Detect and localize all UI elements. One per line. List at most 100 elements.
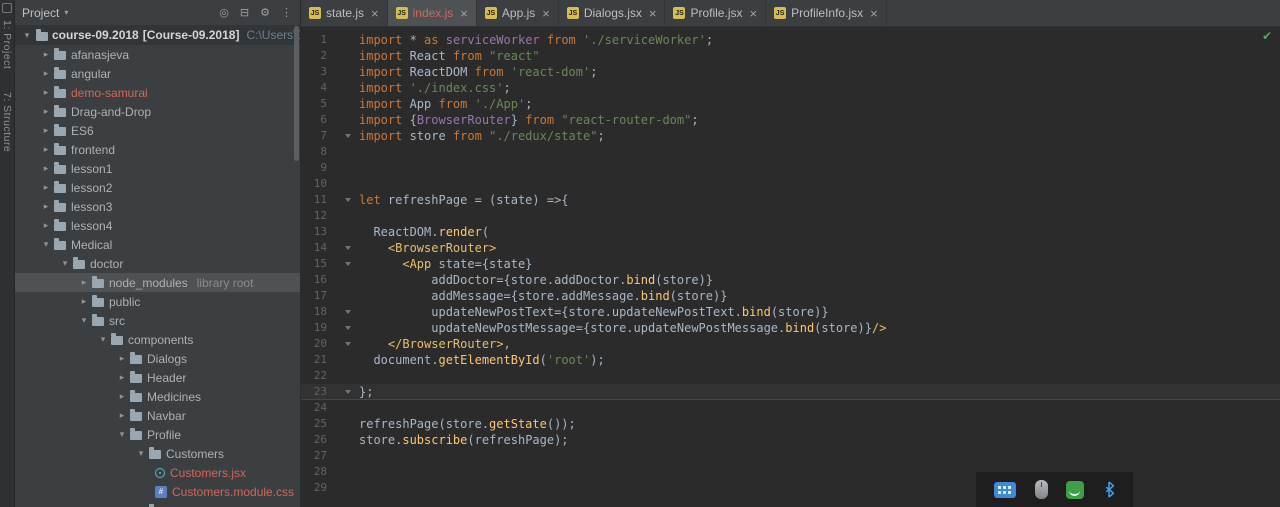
tree-item-demo-samurai[interactable]: ▸ demo-samurai [15,83,300,102]
tree-item-doctor[interactable]: ▾ doctor [15,254,300,273]
tab-ProfileInfo.jsx[interactable]: JS ProfileInfo.jsx × [766,0,887,26]
bluetooth-icon[interactable] [1103,481,1115,498]
tab-Profile.jsx[interactable]: JS Profile.jsx × [665,0,767,26]
tab-index.js[interactable]: JS index.js × [387,0,477,26]
code-token: 'react-dom' [510,65,591,79]
project-view-selector[interactable]: Project [22,6,59,20]
tab-state.js[interactable]: JS state.js × [301,0,388,26]
tree-item-lesson3[interactable]: ▸ lesson3 [15,197,300,216]
tool-button-project[interactable]: 1: Project [1,20,13,69]
settings-gear-icon[interactable]: ⚙ [260,6,270,19]
chevron-collapsed-icon[interactable]: ▸ [41,87,51,98]
tool-button-structure[interactable]: 7: Structure [1,92,13,152]
tree-item-angular[interactable]: ▸ angular [15,64,300,83]
chevron-collapsed-icon[interactable]: ▸ [41,201,51,212]
tree-item-Drag-and-Drop[interactable]: ▸ Drag-and-Drop [15,102,300,121]
chevron-collapsed-icon[interactable]: ▸ [79,277,89,288]
tree-item-Header[interactable]: ▸ Header [15,368,300,387]
tree-item-Medicines[interactable]: ▸ Medicines [15,387,300,406]
fold-gutter[interactable] [327,342,357,346]
chevron-expanded-icon[interactable]: ▾ [41,239,51,250]
tree-item-Customers.module.css[interactable]: # Customers.module.css [15,482,300,501]
chevron-expanded-icon[interactable]: ▾ [98,334,108,345]
keyboard-icon[interactable] [994,481,1017,498]
tree-item-label: Medical [71,237,113,252]
code-token: (refreshPage); [467,433,569,447]
inspections-ok-icon[interactable]: ✔ [1262,30,1272,42]
chevron-collapsed-icon[interactable]: ▸ [41,106,51,117]
tab-App.js[interactable]: JS App.js × [477,0,559,26]
tab-Dialogs.jsx[interactable]: JS Dialogs.jsx × [559,0,666,26]
fold-gutter[interactable] [327,389,357,394]
tree-item-Profile[interactable]: ▾ Profile [15,425,300,444]
more-options-icon[interactable]: ⋮ [281,6,292,19]
fold-gutter[interactable] [327,246,357,250]
chevron-collapsed-icon[interactable]: ▸ [117,353,127,364]
fold-gutter[interactable] [327,326,357,330]
chevron-expanded-icon[interactable]: ▾ [22,30,32,41]
library-root-badge: library root [196,275,254,290]
code-token: store. [359,433,403,447]
tree-item-node_modules[interactable]: ▸ node_modules library root [15,273,300,292]
chevron-collapsed-icon[interactable]: ▸ [41,125,51,136]
tree-item-Customers[interactable]: ▾ Customers [15,444,300,463]
tree-item-Customers.jsx[interactable]: Customers.jsx [15,463,300,482]
project-root-item[interactable]: ▾ course-09.2018 [Course-09.2018] C:\Use… [15,25,300,45]
chevron-expanded-icon[interactable]: ▾ [117,429,127,440]
close-tab-icon[interactable]: × [371,7,379,20]
tree-item-Medical[interactable]: ▾ Medical [15,235,300,254]
tree-item-lesson1[interactable]: ▸ lesson1 [15,159,300,178]
code-token: getState [489,417,547,431]
tree-item-Dialogs[interactable]: ▸ Dialogs [15,349,300,368]
mouse-icon[interactable] [1034,480,1048,499]
chevron-collapsed-icon[interactable]: ▸ [41,182,51,193]
code-editor[interactable]: 1 import * as serviceWorker from './servi… [301,27,1280,507]
folder-icon [92,295,104,307]
close-tab-icon[interactable]: × [749,7,757,20]
code-text: import React from "react" [357,48,1280,64]
tree-item-ES6[interactable]: ▸ ES6 [15,121,300,140]
tree-item-frontend[interactable]: ▸ frontend [15,140,300,159]
editor-area: JS state.js × JS index.js × JS App.js × JS Dialogs… [301,0,1280,507]
line-number: 26 [313,433,327,446]
chevron-collapsed-icon[interactable]: ▸ [41,68,51,79]
locate-file-icon[interactable]: ◎ [219,6,229,19]
tree-item-Navbar[interactable]: ▸ Navbar [15,406,300,425]
close-tab-icon[interactable]: × [542,7,550,20]
fold-gutter[interactable] [327,310,357,314]
close-tab-icon[interactable]: × [870,7,878,20]
tree-item-lesson4[interactable]: ▸ lesson4 [15,216,300,235]
close-tab-icon[interactable]: × [460,7,468,20]
tree-item-clipped[interactable]: ▸ [15,501,300,507]
chevron-expanded-icon[interactable]: ▾ [136,448,146,459]
code-token: "./redux/state" [489,129,598,143]
code-token: getElementById [438,353,540,367]
tree-item-afanasjeva[interactable]: ▸ afanasjeva [15,45,300,64]
chevron-collapsed-icon[interactable]: ▸ [41,220,51,231]
fold-gutter[interactable] [327,262,357,266]
close-tab-icon[interactable]: × [649,7,657,20]
tree-item-public[interactable]: ▸ public [15,292,300,311]
chevron-down-icon[interactable]: ▾ [64,8,68,17]
chevron-collapsed-icon[interactable]: ▸ [117,372,127,383]
chevron-collapsed-icon[interactable]: ▸ [117,410,127,421]
code-text: import {BrowserRouter} from "react-route… [357,112,1280,128]
tree-item-lesson2[interactable]: ▸ lesson2 [15,178,300,197]
js-file-icon: JS [309,7,321,19]
chevron-collapsed-icon[interactable]: ▸ [41,163,51,174]
project-scrollbar-thumb[interactable] [294,26,299,161]
chevron-collapsed-icon[interactable]: ▸ [117,391,127,402]
fold-gutter[interactable] [327,198,357,202]
chevron-expanded-icon[interactable]: ▾ [60,258,70,269]
chevron-collapsed-icon[interactable]: ▸ [41,49,51,60]
tree-item-components[interactable]: ▾ components [15,330,300,349]
chevron-expanded-icon[interactable]: ▾ [79,315,89,326]
collapse-all-icon[interactable]: ⊟ [240,6,249,19]
fold-marker-icon [345,342,351,346]
chevron-collapsed-icon[interactable]: ▸ [79,296,89,307]
chevron-collapsed-icon[interactable]: ▸ [41,144,51,155]
fold-gutter[interactable] [327,134,357,138]
green-app-icon[interactable] [1066,480,1085,499]
tree-item-src[interactable]: ▾ src [15,311,300,330]
